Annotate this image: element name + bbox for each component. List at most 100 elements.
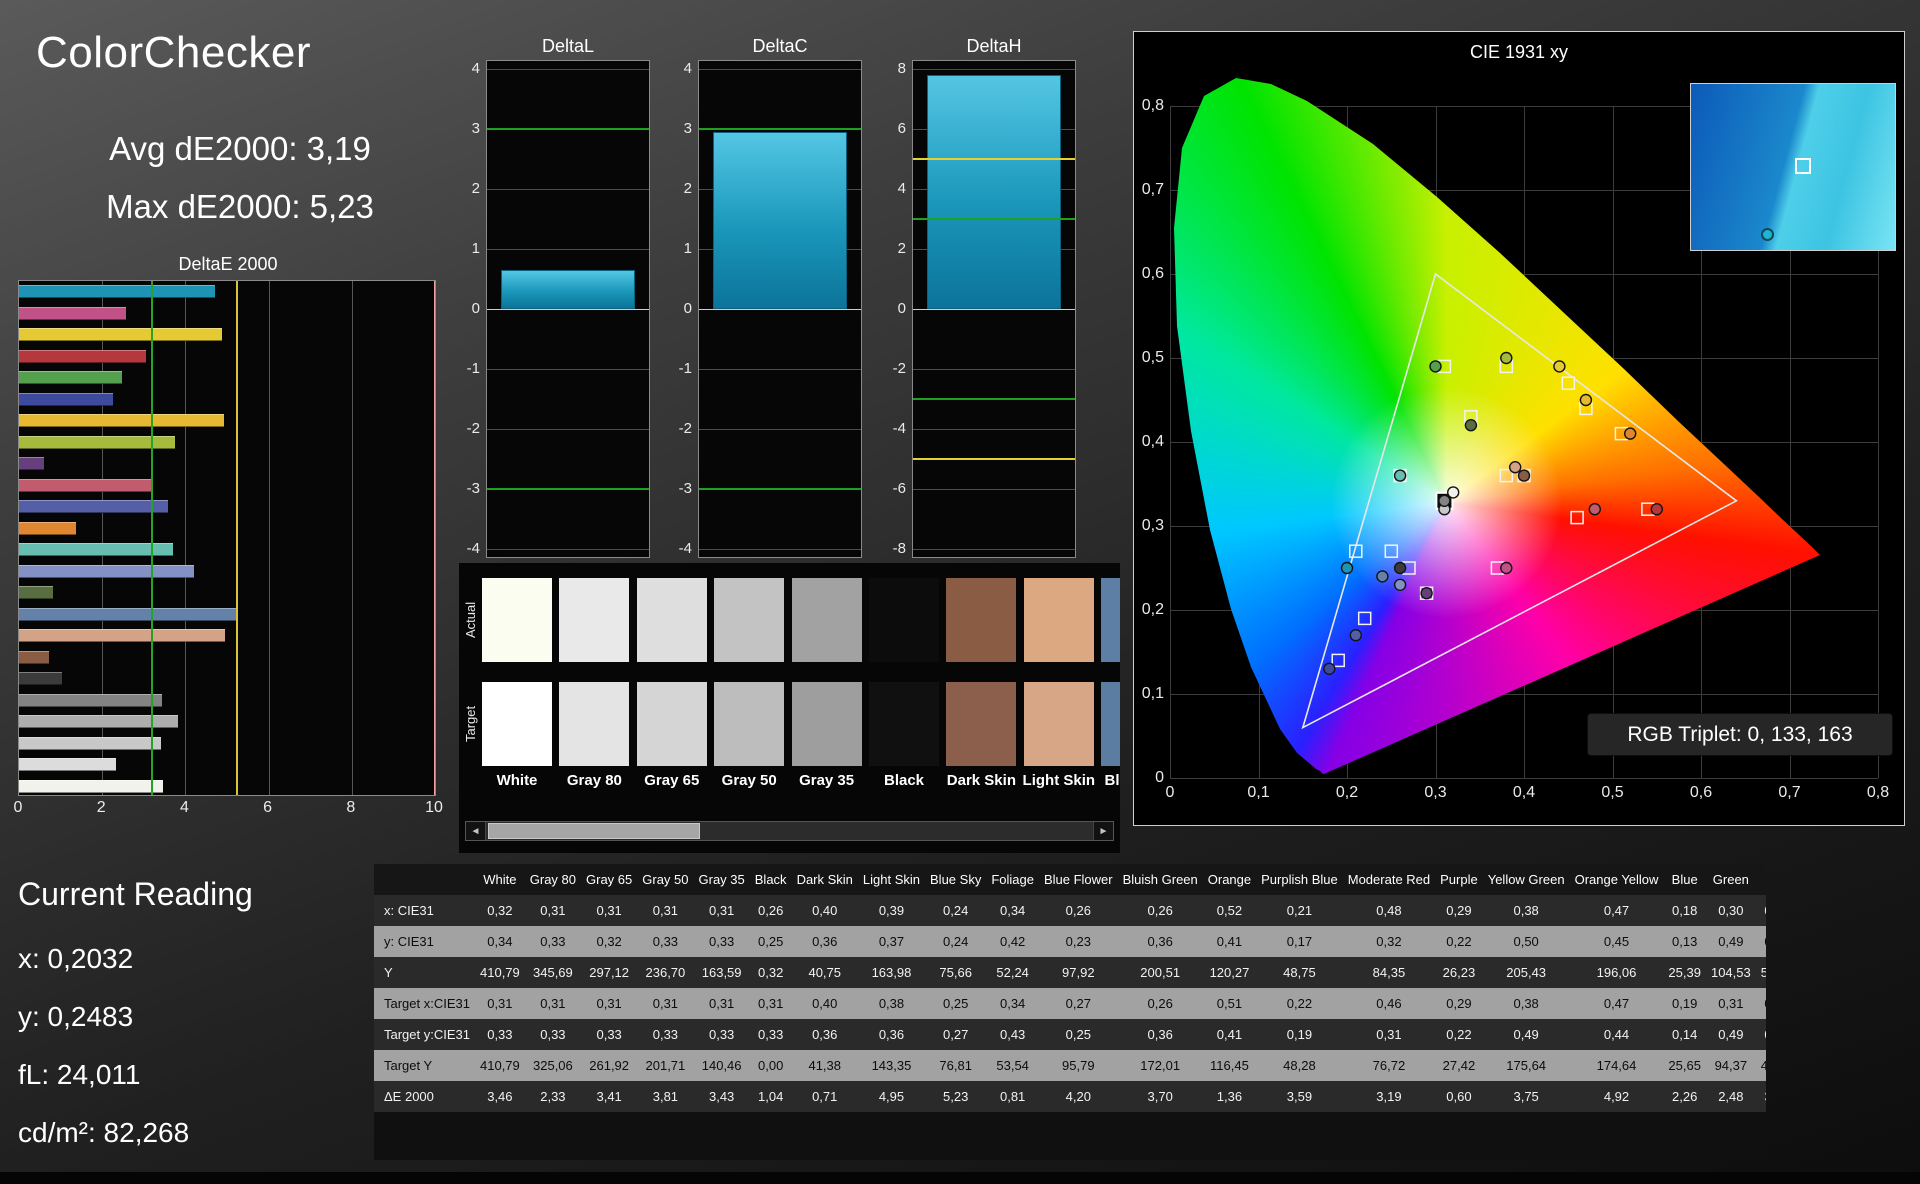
table-cell: 0,31	[1718, 996, 1744, 1011]
table-cell: 0,25	[1065, 1027, 1091, 1042]
table-cell: 0,31	[652, 996, 679, 1011]
swatch-label: Black	[883, 772, 925, 789]
table-cell: 0,47	[1603, 903, 1630, 918]
table-cell: 3,81	[652, 1089, 679, 1104]
table-cell: 25,39	[1668, 965, 1701, 980]
table-cell: 0,26	[1147, 903, 1173, 918]
y-tick-label: 2	[471, 180, 480, 197]
table-cell: 0,26	[1065, 903, 1091, 918]
swatch-label: Gray 65	[644, 772, 700, 789]
table-cell: 0,27	[943, 1027, 969, 1042]
row-label: x: CIE31	[384, 903, 434, 918]
table-cell: 0,33	[540, 1027, 566, 1042]
column-header-gray-35: Gray 35	[698, 872, 745, 887]
measured-point-cyan	[1340, 561, 1354, 575]
delta-h-chart: DeltaH 8 6 4 2 0 -2 -4 -6 -8	[876, 36, 1078, 558]
gamut-triangle	[1301, 272, 1738, 730]
delta-h-plot-area: 8 6 4 2 0 -2 -4 -6 -8	[893, 60, 1076, 558]
de-bar-black	[19, 672, 63, 685]
guide-line-limit	[434, 281, 435, 795]
table-cell: 3,46	[487, 1089, 513, 1104]
table-cell: 0,33	[540, 934, 566, 949]
table-cell: 174,64	[1596, 1058, 1637, 1073]
measured-point-yellow-green	[1500, 351, 1513, 365]
table-cell: 0,41	[1216, 1027, 1243, 1042]
y-tick-label: -2	[466, 420, 480, 437]
swatch-label: Light Skin	[1022, 772, 1096, 789]
de-bar-green	[19, 371, 123, 384]
table-cell: 1,04	[758, 1089, 784, 1104]
y-tick-label: 2	[683, 180, 692, 197]
y-tick-label: -6	[892, 480, 906, 497]
y-tick-label: 6	[897, 120, 906, 137]
column-header-gray-65: Gray 65	[586, 872, 633, 887]
table-cell: 2,33	[540, 1089, 566, 1104]
column-header-gray-50: Gray 50	[642, 872, 689, 887]
column-header-yellow-green: Yellow Green	[1487, 872, 1565, 887]
swatch-target-light-skin	[1023, 682, 1094, 766]
actual-row-label: Actual	[463, 601, 478, 639]
scrollbar-thumb[interactable]	[488, 823, 700, 839]
table-cell: 104,53	[1710, 965, 1751, 980]
grid-line	[487, 69, 649, 70]
table-cell: 116,45	[1210, 1058, 1249, 1073]
delta-e-2000-plot-area	[18, 280, 436, 796]
scrollbar-right-arrow-icon[interactable]: ►	[1093, 822, 1113, 840]
table-cell: 143,35	[871, 1058, 912, 1073]
table-cell: 4,95	[878, 1089, 905, 1104]
de-bar-blue	[19, 392, 113, 406]
table-cell: 0,18	[1672, 903, 1698, 918]
y-tick-label: 4	[897, 180, 906, 197]
delta-bar	[713, 132, 847, 309]
y-tick-label: -2	[678, 420, 692, 437]
de-bar-gray-50	[19, 715, 178, 728]
swatch-target-dark-skin	[946, 682, 1017, 766]
column-header-purple: Purple	[1440, 872, 1478, 887]
column-header-dark-skin: Dark Skin	[796, 872, 853, 887]
table-cell: 325,06	[533, 1058, 573, 1073]
table-cell: 0,24	[943, 934, 969, 949]
table-cell: 76,81	[939, 1058, 972, 1073]
table-cell: 172,01	[1140, 1058, 1181, 1073]
table-cell: 0,32	[758, 965, 784, 980]
column-header-moderate-red: Moderate Red	[1347, 872, 1431, 887]
measured-point-moderate-red	[1588, 503, 1601, 516]
table-cell: 0,31	[708, 903, 735, 918]
y-tick-label: 0	[471, 300, 480, 317]
column-header-black: Black	[754, 872, 787, 887]
table-cell: 236,70	[645, 965, 686, 980]
current-reading-y: y: 0,2483	[18, 1001, 134, 1032]
scrollbar-left-arrow-icon[interactable]: ◄	[466, 822, 486, 840]
de-bar-yellow	[19, 328, 223, 341]
column-header-bluish-green: Bluish Green	[1122, 872, 1198, 887]
table-cell: 0,31	[1376, 1027, 1402, 1042]
grid-line	[699, 309, 861, 310]
grid-line	[699, 429, 861, 430]
guide-line	[913, 398, 1075, 400]
x-tick-label: 6	[263, 799, 273, 816]
measured-point-light-skin	[1509, 461, 1522, 474]
table-cell: 0,25	[943, 996, 969, 1011]
y-tick-label: 3	[471, 120, 480, 137]
table-cell: 0,32	[487, 903, 513, 918]
table-cell: 54,06	[1760, 965, 1766, 980]
table-cell: 0,31	[708, 996, 735, 1011]
table-cell: 0,31	[487, 996, 513, 1011]
grid-line	[487, 249, 649, 250]
table-cell: 0,40	[812, 996, 838, 1011]
table-cell: 0,36	[812, 1027, 838, 1042]
table-cell: 3,43	[708, 1089, 735, 1104]
scrollbar-track[interactable]	[486, 822, 1093, 840]
swatch-actual-gray-65	[636, 578, 707, 662]
table-cell: 3,05	[1756, 1081, 1766, 1112]
measured-point-purple	[1420, 587, 1433, 600]
table-cell: 27,42	[1442, 1058, 1476, 1073]
row-label: Target y:CIE31	[384, 1027, 470, 1042]
y-tick-label: -2	[892, 360, 906, 377]
table-cell: 4,92	[1603, 1089, 1630, 1104]
delta-c-plot-area: 4 3 2 1 0 -1 -2 -3 -4	[679, 60, 862, 558]
swatch-scrollbar[interactable]: ◄ ►	[465, 821, 1114, 841]
table-cell: 0,33	[652, 934, 679, 949]
measured-point-gray-35	[1438, 494, 1451, 507]
table-cell: 297,12	[589, 965, 630, 980]
